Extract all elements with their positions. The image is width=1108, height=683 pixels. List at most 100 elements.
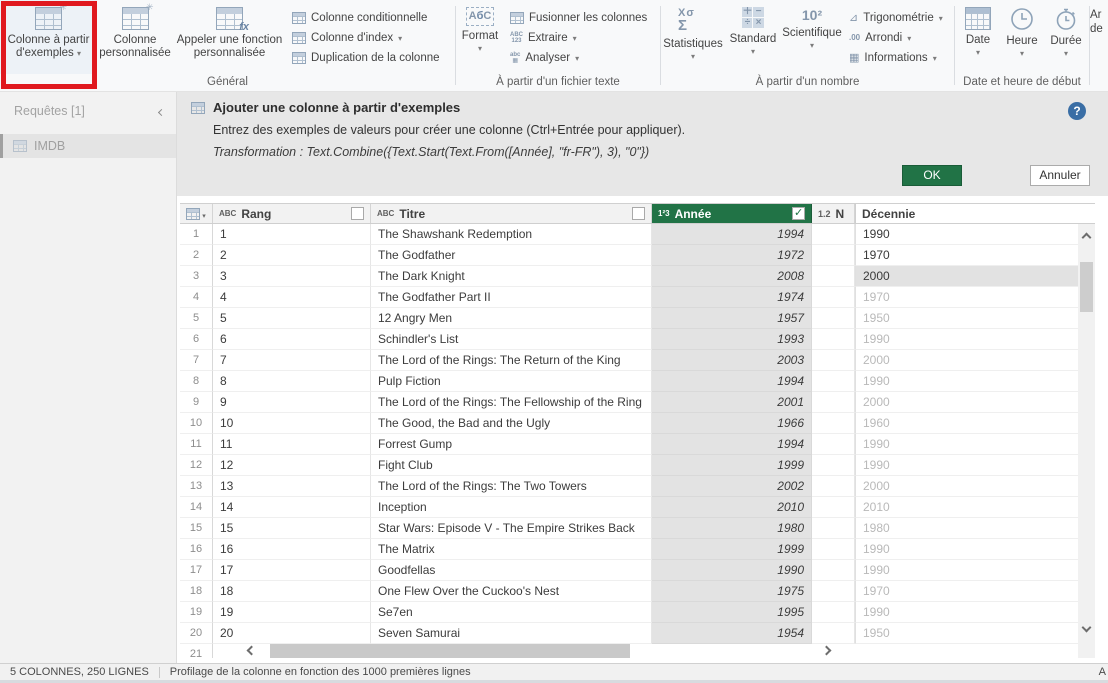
row-number[interactable]: 15 <box>180 518 213 539</box>
cell-title[interactable]: Se7en <box>371 602 652 623</box>
trigonometry-button[interactable]: ⊿ Trigonométrie <box>843 8 954 28</box>
scientific-button[interactable]: 10² Scientifique <box>781 0 843 74</box>
cancel-button[interactable]: Annuler <box>1030 165 1090 186</box>
cell-year[interactable]: 2008 <box>652 266 812 287</box>
rang-column-checkbox[interactable] <box>351 207 364 220</box>
cell-note[interactable] <box>812 245 855 266</box>
cell-year[interactable]: 1990 <box>652 560 812 581</box>
cell-decade[interactable]: 1990 <box>855 224 1095 245</box>
horizontal-scrollbar[interactable] <box>246 644 832 658</box>
scroll-right-icon[interactable] <box>822 646 832 656</box>
date-button[interactable]: Date <box>956 0 1000 74</box>
cell-year[interactable]: 1972 <box>652 245 812 266</box>
conditional-column-button[interactable]: Colonne conditionnelle <box>286 8 455 28</box>
cell-rank[interactable]: 1 <box>213 224 371 245</box>
cell-title[interactable]: The Matrix <box>371 539 652 560</box>
cell-year[interactable]: 1954 <box>652 623 812 644</box>
cell-year[interactable]: 1994 <box>652 371 812 392</box>
cell-note[interactable] <box>812 224 855 245</box>
cell-decade[interactable]: 1990 <box>855 434 1095 455</box>
collapse-pane-button[interactable] <box>159 104 164 118</box>
cell-rank[interactable]: 18 <box>213 581 371 602</box>
cell-note[interactable] <box>812 560 855 581</box>
cell-note[interactable] <box>812 266 855 287</box>
cell-note[interactable] <box>812 287 855 308</box>
cell-year[interactable]: 1994 <box>652 434 812 455</box>
row-number[interactable]: 6 <box>180 329 213 350</box>
annee-column-checkbox-checked[interactable] <box>792 207 805 220</box>
cell-year[interactable]: 1966 <box>652 413 812 434</box>
cell-decade[interactable]: 1990 <box>855 602 1095 623</box>
cell-year[interactable]: 2002 <box>652 476 812 497</box>
cell-title[interactable]: The Godfather Part II <box>371 287 652 308</box>
vertical-scrollbar-thumb[interactable] <box>1080 262 1093 312</box>
row-number[interactable]: 7 <box>180 350 213 371</box>
cell-decade[interactable]: 2010 <box>855 497 1095 518</box>
status-profiling-info[interactable]: Profilage de la colonne en fonction des … <box>160 666 481 678</box>
cell-title[interactable]: The Lord of the Rings: The Two Towers <box>371 476 652 497</box>
cell-title[interactable]: The Dark Knight <box>371 266 652 287</box>
cell-note[interactable] <box>812 623 855 644</box>
cell-year[interactable]: 1999 <box>652 539 812 560</box>
row-number[interactable]: 4 <box>180 287 213 308</box>
merge-columns-button[interactable]: Fusionner les colonnes <box>504 8 658 28</box>
row-number[interactable]: 9 <box>180 392 213 413</box>
scroll-up-icon[interactable] <box>1082 233 1092 243</box>
cell-note[interactable] <box>812 413 855 434</box>
cell-decade[interactable]: 1990 <box>855 371 1095 392</box>
horizontal-scrollbar-thumb[interactable] <box>270 644 630 658</box>
extract-button[interactable]: ABC123 Extraire <box>504 28 658 48</box>
cell-title[interactable]: Star Wars: Episode V - The Empire Strike… <box>371 518 652 539</box>
cell-rank[interactable]: 3 <box>213 266 371 287</box>
cell-rank[interactable]: 6 <box>213 329 371 350</box>
row-number[interactable]: 19 <box>180 602 213 623</box>
duration-button[interactable]: Durée <box>1044 0 1088 74</box>
statistics-button[interactable]: ΧσΣ Statistiques <box>661 0 725 74</box>
cell-title[interactable]: The Godfather <box>371 245 652 266</box>
rounding-button[interactable]: .00 Arrondi <box>843 28 954 48</box>
cell-rank[interactable]: 17 <box>213 560 371 581</box>
column-from-examples-button[interactable]: ✳ Colonne à partir d'exemples <box>0 0 97 74</box>
duplicate-column-button[interactable]: Duplication de la colonne <box>286 48 455 68</box>
row-number[interactable]: 21 <box>180 644 213 658</box>
cell-decade[interactable]: 2000 <box>855 350 1095 371</box>
cell-year[interactable]: 1975 <box>652 581 812 602</box>
cell-note[interactable] <box>812 308 855 329</box>
cell-note[interactable] <box>812 350 855 371</box>
time-button[interactable]: Heure <box>1000 0 1044 74</box>
cell-decade[interactable]: 1960 <box>855 413 1095 434</box>
row-number[interactable]: 12 <box>180 455 213 476</box>
cell-rank[interactable]: 9 <box>213 392 371 413</box>
row-number[interactable]: 18 <box>180 581 213 602</box>
cell-rank[interactable]: 20 <box>213 623 371 644</box>
column-header-decennie-new[interactable]: Décennie <box>855 204 1095 223</box>
parse-button[interactable]: abc▦ Analyser <box>504 48 658 68</box>
row-number[interactable]: 5 <box>180 308 213 329</box>
cell-title[interactable]: Seven Samurai <box>371 623 652 644</box>
cell-rank[interactable]: 7 <box>213 350 371 371</box>
cell-title[interactable]: One Flew Over the Cuckoo's Nest <box>371 581 652 602</box>
cell-note[interactable] <box>812 434 855 455</box>
cell-rank[interactable]: 8 <box>213 371 371 392</box>
custom-column-button[interactable]: ✳ Colonne personnalisée <box>97 0 173 74</box>
information-button[interactable]: ▦ Informations <box>843 48 954 68</box>
column-header-annee-selected[interactable]: 1²3 Année <box>652 204 812 223</box>
titre-column-checkbox[interactable] <box>632 207 645 220</box>
cell-title[interactable]: Inception <box>371 497 652 518</box>
column-header-titre[interactable]: ABC Titre <box>371 204 652 223</box>
cell-rank[interactable]: 15 <box>213 518 371 539</box>
row-number[interactable]: 16 <box>180 539 213 560</box>
cell-decade[interactable]: 2000 <box>855 476 1095 497</box>
cell-rank[interactable]: 2 <box>213 245 371 266</box>
cell-note[interactable] <box>812 518 855 539</box>
cell-year[interactable]: 1957 <box>652 308 812 329</box>
row-number[interactable]: 10 <box>180 413 213 434</box>
column-header-note-clipped[interactable]: 1.2 N <box>812 204 855 223</box>
standard-button[interactable]: ＋−÷× Standard <box>725 0 781 74</box>
cell-title[interactable]: 12 Angry Men <box>371 308 652 329</box>
cell-decade[interactable]: 1990 <box>855 329 1095 350</box>
cell-decade[interactable]: 1990 <box>855 539 1095 560</box>
cell-title[interactable]: Goodfellas <box>371 560 652 581</box>
cell-year[interactable]: 1994 <box>652 224 812 245</box>
index-column-button[interactable]: Colonne d'index <box>286 28 455 48</box>
